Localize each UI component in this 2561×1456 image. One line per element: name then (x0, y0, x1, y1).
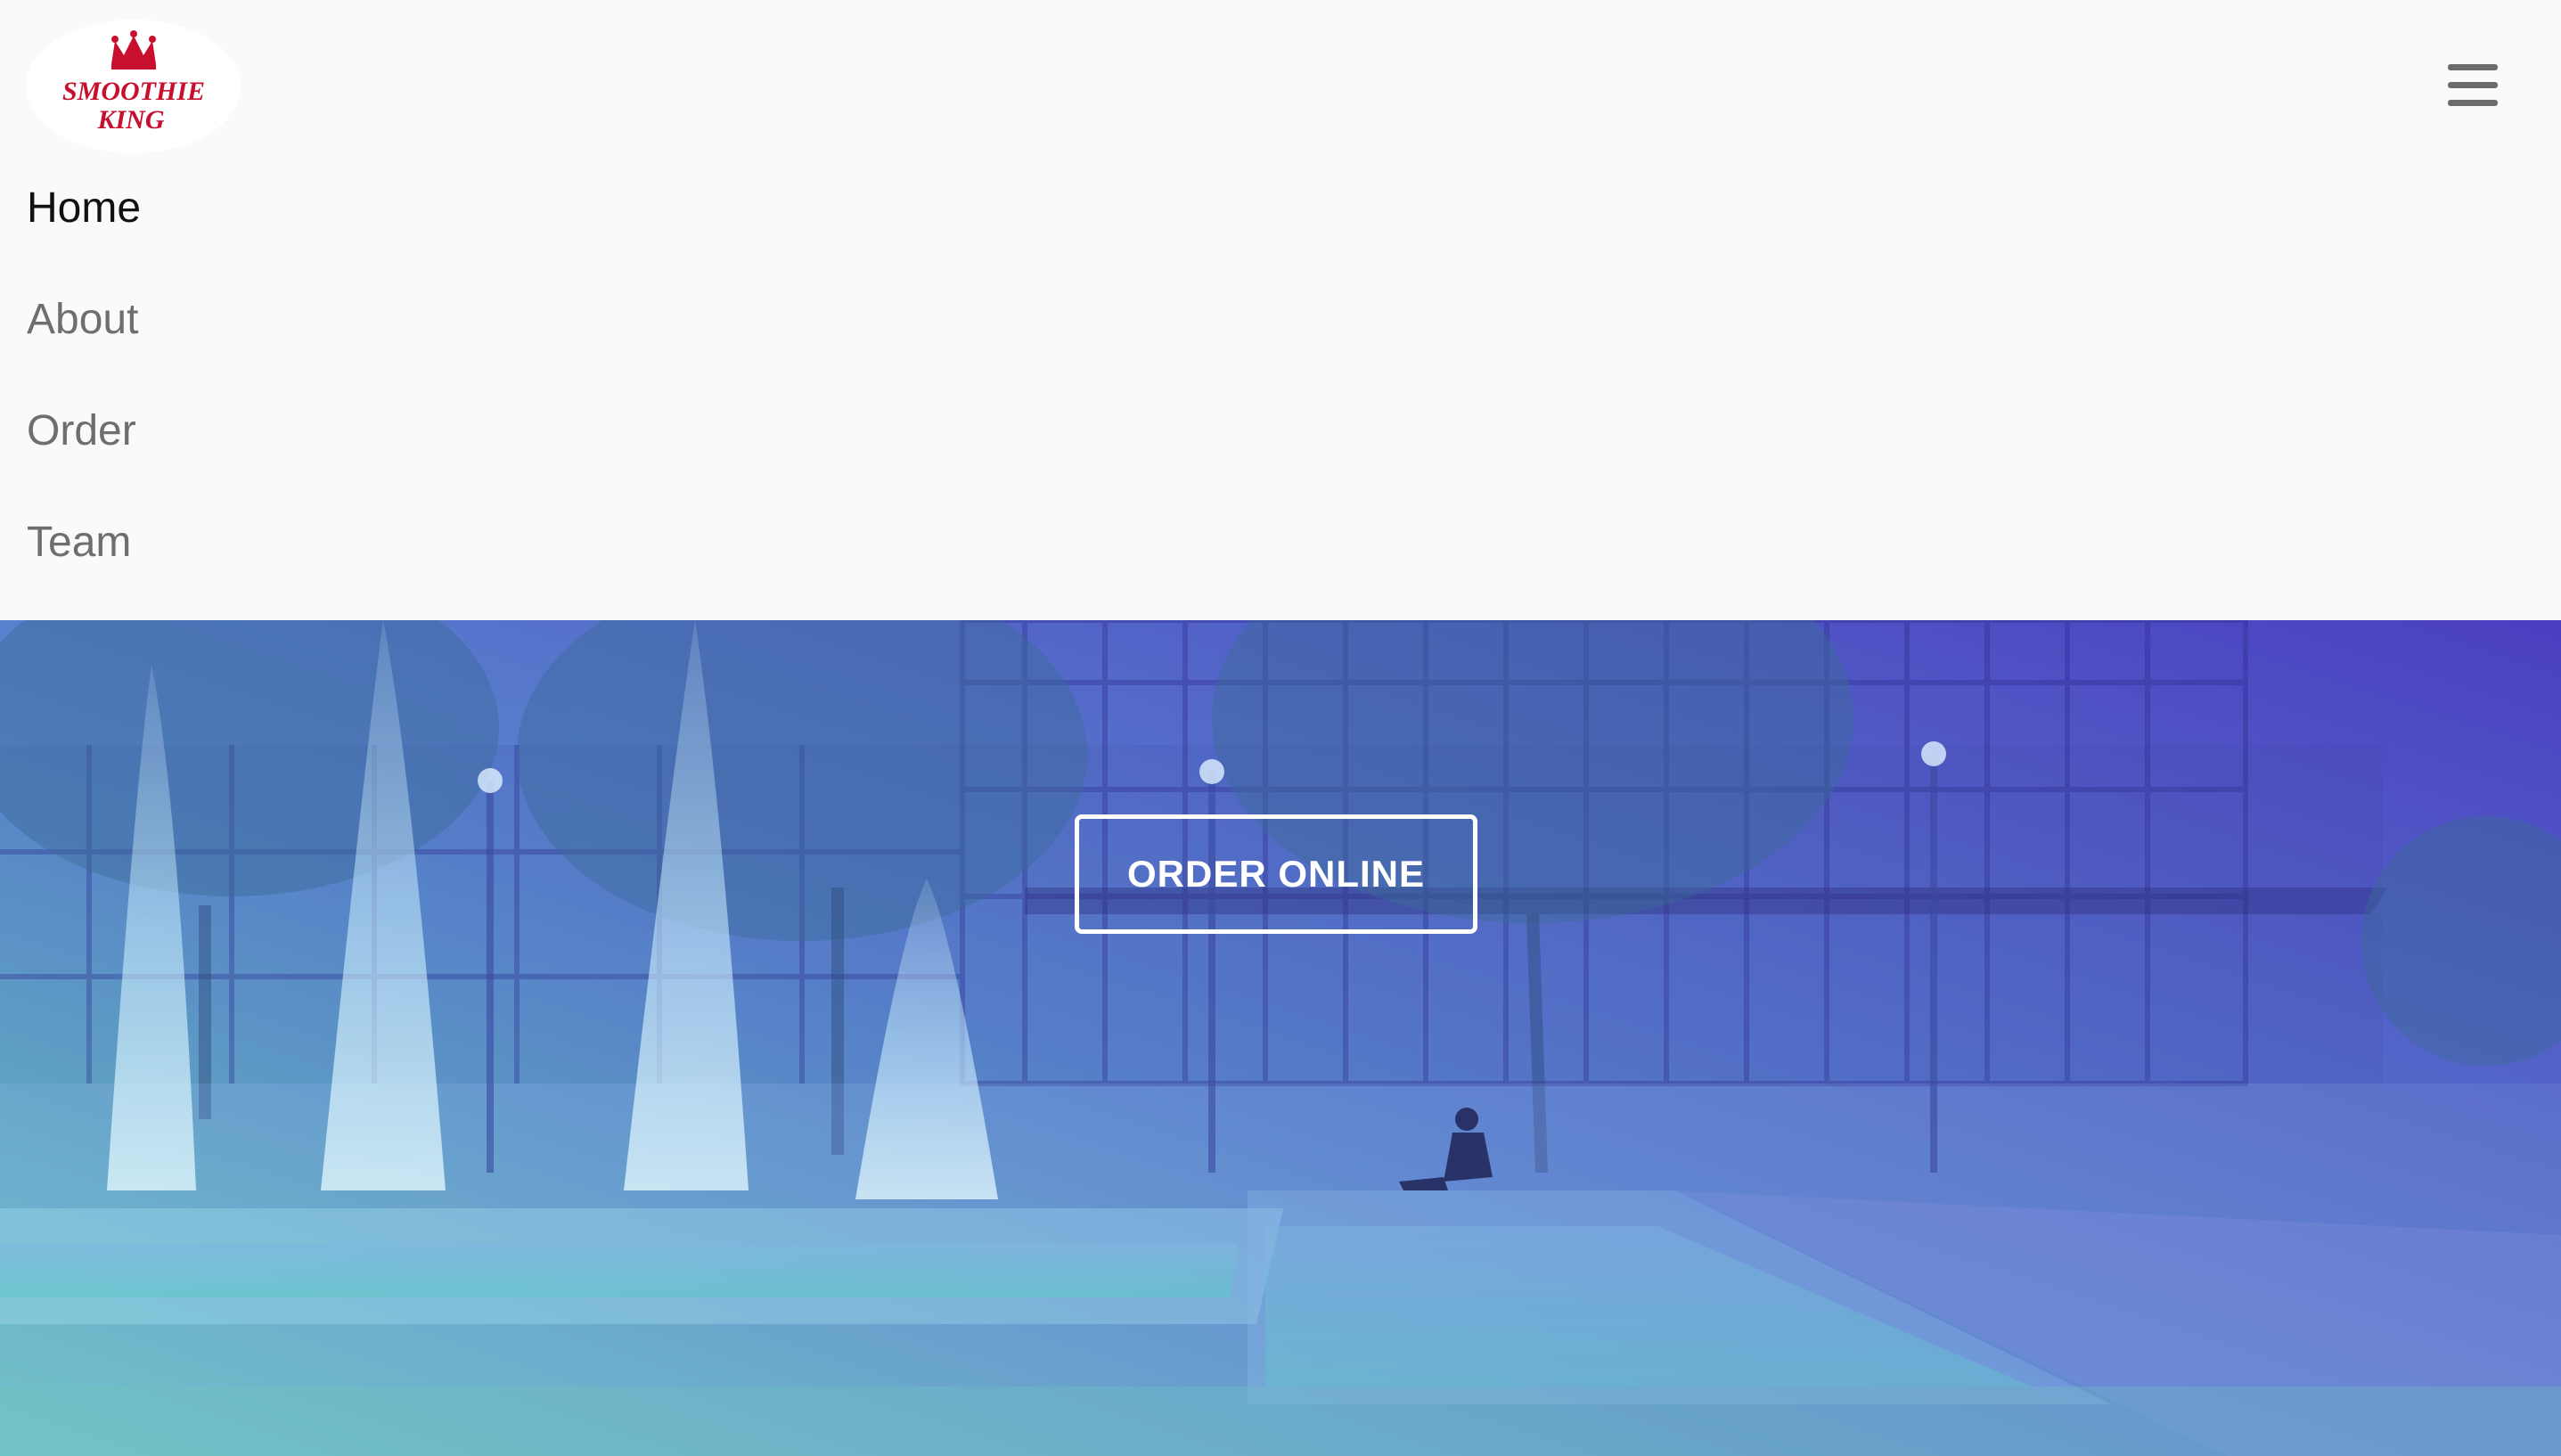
hamburger-menu-icon[interactable] (2445, 62, 2500, 109)
nav-item-home[interactable]: Home (27, 178, 141, 290)
crown-icon: SMOOTHIE KING (61, 30, 205, 135)
nav-item-team[interactable]: Team (27, 512, 141, 624)
svg-text:SMOOTHIE: SMOOTHIE (61, 77, 204, 106)
svg-text:KING: KING (96, 105, 164, 135)
hero-background-image (0, 620, 2561, 1456)
smoothie-king-logo[interactable]: SMOOTHIE KING (26, 20, 241, 153)
nav-item-order[interactable]: Order (27, 401, 141, 512)
hero-banner: ORDER ONLINE (0, 620, 2561, 1456)
order-online-button[interactable]: ORDER ONLINE (1075, 814, 1477, 934)
main-nav: Home About Order Team (27, 178, 141, 624)
site-header: SMOOTHIE KING Home About Order Team (0, 0, 2561, 620)
nav-item-about[interactable]: About (27, 290, 141, 401)
